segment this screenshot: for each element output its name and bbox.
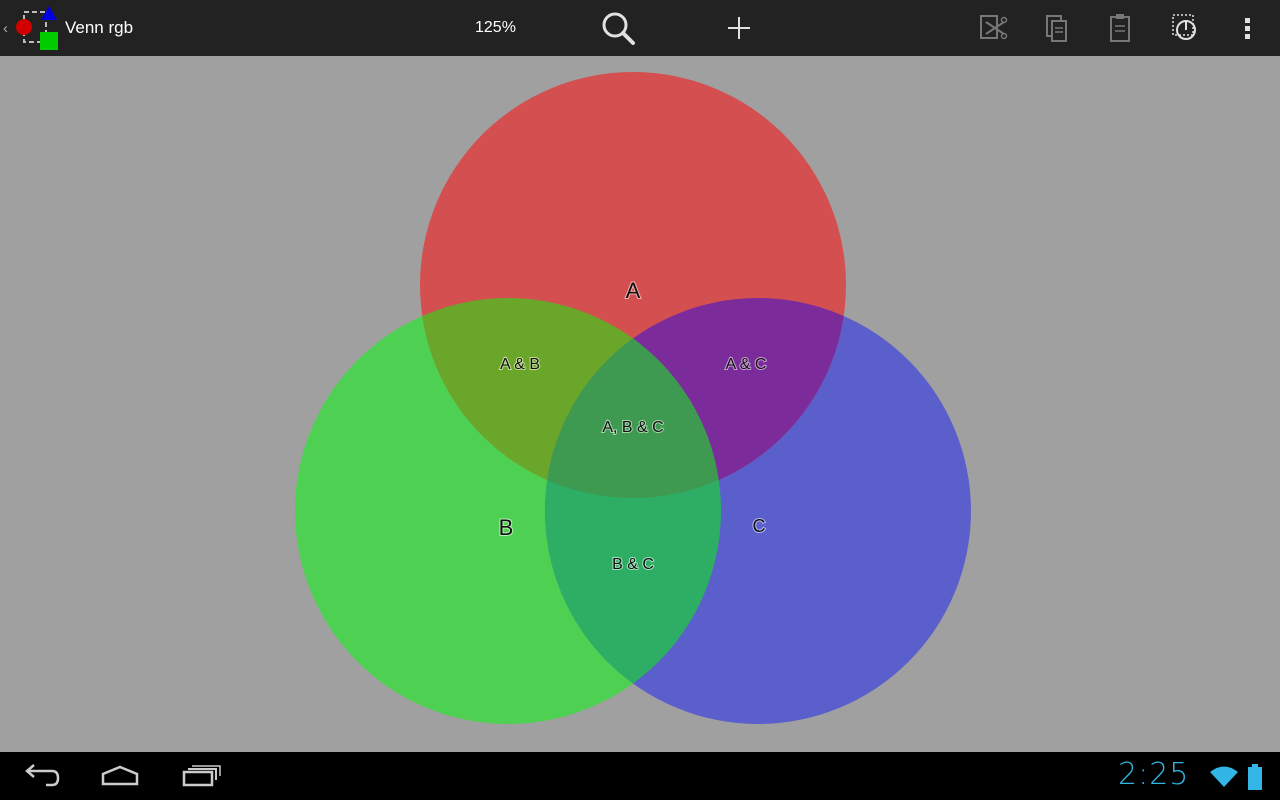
select-shape-icon[interactable] <box>1164 8 1204 48</box>
label-a-and-b: A & B <box>500 356 540 373</box>
label-b-and-c: B & C <box>612 556 654 573</box>
label-c: C <box>753 516 766 536</box>
label-a: A <box>626 278 641 303</box>
label-b: B <box>499 515 514 540</box>
add-icon[interactable] <box>719 8 759 48</box>
drawing-canvas[interactable]: A B C A & B A & C B & C A, B & C <box>0 56 1280 752</box>
recent-apps-icon[interactable] <box>178 760 226 792</box>
search-icon[interactable] <box>598 8 638 48</box>
paste-icon[interactable] <box>1100 8 1140 48</box>
action-bar: ‹ Venn rgb 125% <box>0 0 1280 56</box>
overflow-menu-icon[interactable] <box>1228 8 1268 48</box>
clock: 2:25 <box>1118 757 1190 792</box>
shapes-app-icon[interactable] <box>12 4 62 52</box>
cut-icon[interactable] <box>972 8 1012 48</box>
wifi-icon <box>1210 766 1238 787</box>
label-a-b-and-c: A, B & C <box>602 419 663 436</box>
up-caret-icon[interactable]: ‹ <box>3 20 8 37</box>
document-title: Venn rgb <box>65 18 134 37</box>
label-a-and-c: A & C <box>726 356 767 373</box>
zoom-level[interactable]: 125% <box>475 19 516 37</box>
battery-icon <box>1248 764 1262 790</box>
home-icon[interactable] <box>96 760 144 792</box>
venn-diagram[interactable]: A B C A & B A & C B & C A, B & C <box>0 56 1280 752</box>
back-icon[interactable] <box>16 760 64 792</box>
system-bar: 2:25 <box>0 752 1280 800</box>
copy-icon[interactable] <box>1036 8 1076 48</box>
